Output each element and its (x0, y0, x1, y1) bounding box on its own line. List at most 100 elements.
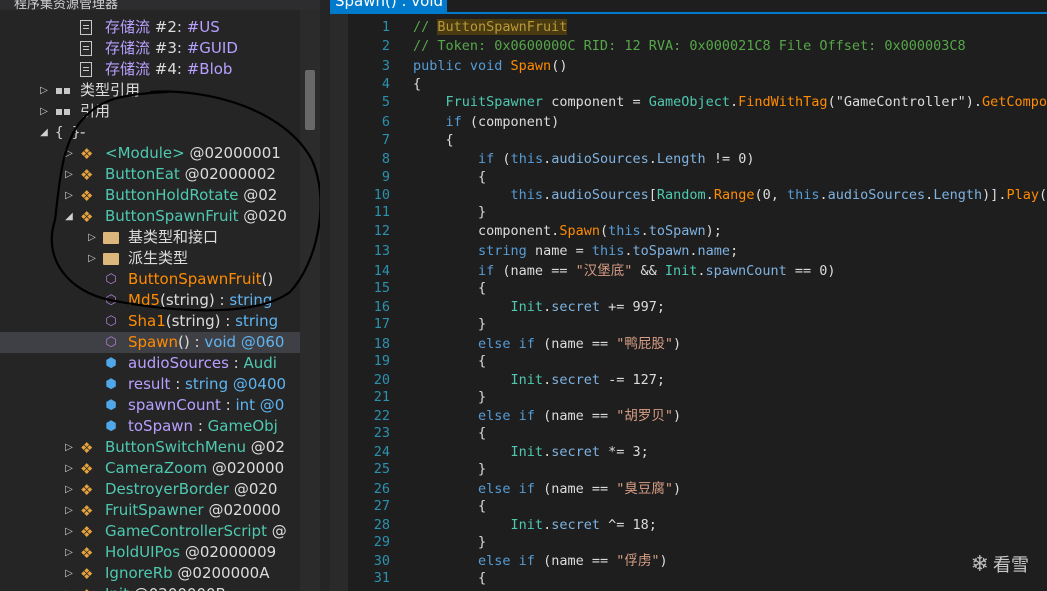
code-line[interactable]: 30 else if (name == "俘虏") (330, 552, 1047, 570)
code-line[interactable]: 14 if (name == "汉堡底" && Init.spawnCount … (330, 262, 1047, 280)
expand-arrow-icon[interactable]: ▷ (63, 500, 75, 521)
expand-arrow-icon[interactable]: ▷ (63, 185, 75, 206)
code-line[interactable]: 29 } (330, 533, 1047, 551)
code-token: += 997; (608, 299, 666, 315)
code-line[interactable]: 4{ (330, 75, 1047, 93)
tree-item[interactable]: 存储流 #4: #Blob (0, 59, 300, 80)
tree-item[interactable]: 存储流 #3: #GUID (0, 38, 300, 59)
code-line[interactable]: 23 { (330, 424, 1047, 442)
tree-item[interactable]: ⬢ result : string @0400 (0, 374, 300, 395)
tree-item[interactable]: 存储流 #2: #US (0, 17, 300, 38)
code-line[interactable]: 11 } (330, 203, 1047, 221)
tree-item[interactable]: ▷ ❖ Init @0200000B (0, 584, 300, 591)
expand-arrow-icon[interactable]: ▷ (63, 521, 75, 542)
code-line[interactable]: 1 // ButtonSpawnFruit (330, 18, 1047, 36)
code-token: secret (551, 517, 609, 533)
code-line[interactable]: 26 else if (name == "臭豆腐") (330, 480, 1047, 498)
code-line[interactable]: 27 { (330, 497, 1047, 515)
tree-item[interactable]: ▷ ❖ FruitSpawner @020000 (0, 500, 300, 521)
tree-item[interactable]: ▷ ❖ HoldUIPos @02000009 (0, 542, 300, 563)
code-text: Init.secret -= 127; (413, 371, 665, 389)
code-line[interactable]: 9 { (330, 168, 1047, 186)
code-line[interactable]: 17 } (330, 315, 1047, 333)
code-text: } (413, 203, 486, 221)
tree-item[interactable]: ⬡ Md5(string) : string (0, 290, 300, 311)
code-text: // Token: 0x0600000C RID: 12 RVA: 0x0000… (413, 37, 966, 55)
tree-item[interactable]: ▷ ❖ ButtonSwitchMenu @02 (0, 437, 300, 458)
collapse-arrow-icon[interactable]: ◢ (38, 122, 50, 143)
code-line[interactable]: 2 // Token: 0x0600000C RID: 12 RVA: 0x000… (330, 37, 1047, 55)
expand-arrow-icon[interactable]: ▷ (38, 80, 50, 101)
code-line[interactable]: 19 { (330, 352, 1047, 370)
tree-item[interactable]: ⬡ Spawn() : void @060 (0, 332, 300, 353)
tree-item[interactable]: ▷ ❖ CameraZoom @020000 (0, 458, 300, 479)
code-text: } (413, 315, 486, 333)
tree-item[interactable]: ▷ 引用 (0, 101, 300, 122)
explorer-scroll-thumb[interactable] (305, 70, 315, 130)
code-token: Random (656, 187, 706, 203)
tree-item[interactable]: ◢ { } - (0, 122, 300, 143)
tree-item[interactable]: ⬡ ButtonSpawnFruit() (0, 269, 300, 290)
tree-item[interactable]: ▷ ❖ ButtonEat @02000002 (0, 164, 300, 185)
tree-item[interactable]: ▷ ❖ <Module> @02000001 (0, 143, 300, 164)
expand-arrow-icon[interactable]: ▷ (63, 542, 75, 563)
code-line[interactable]: 6 if (component) (330, 113, 1047, 131)
tree-item[interactable]: ▷ ❖ IgnoreRb @0200000A (0, 563, 300, 584)
tree-item[interactable]: ▷ ❖ GameControllerScript @ (0, 521, 300, 542)
code-line[interactable]: 8 if (this.audioSources.Length != 0) (330, 150, 1047, 168)
code-line[interactable]: 12 component.Spawn(this.toSpawn); (330, 222, 1047, 240)
tree-item[interactable]: ◢ ❖ ButtonSpawnFruit @020 (0, 206, 300, 227)
code-token: ( (502, 151, 511, 167)
code-line[interactable]: 10 this.audioSources[Random.Range(0, thi… (330, 186, 1047, 204)
tree-item[interactable]: ▷ 基类型和接口 (0, 227, 300, 248)
code-line[interactable]: 21 } (330, 388, 1047, 406)
expand-arrow-icon[interactable]: ▷ (63, 458, 75, 479)
code-line[interactable]: 31 { (330, 569, 1047, 587)
code-token: . (543, 372, 552, 388)
tree-item[interactable]: ⬡ Sha1(string) : string (0, 311, 300, 332)
tree-item[interactable]: ⬢ audioSources : Audi (0, 353, 300, 374)
tree-item[interactable]: ▷ 派生类型 (0, 248, 300, 269)
code-token: . (624, 243, 633, 259)
code-line[interactable]: 22 else if (name == "胡罗贝") (330, 407, 1047, 425)
expand-arrow-icon[interactable]: ▷ (63, 479, 75, 500)
tree-item[interactable]: ▷ ❖ DestroyerBorder @020 (0, 479, 300, 500)
code-editor[interactable]: Spawn() : void 1 // ButtonSpawnFruit 2 // T… (330, 0, 1047, 591)
tree-item[interactable]: ⬢ toSpawn : GameObj (0, 416, 300, 437)
line-number: 2 (381, 38, 390, 54)
code-line[interactable]: 24 Init.secret *= 3; (330, 443, 1047, 461)
expand-arrow-icon[interactable]: ▷ (86, 248, 98, 269)
code-line[interactable]: 5 FruitSpawner component = GameObject.Fi… (330, 93, 1047, 111)
tree-item-label: ButtonSwitchMenu @02 (105, 437, 285, 458)
tree-item[interactable]: ▷ ❖ ButtonHoldRotate @02 (0, 185, 300, 206)
explorer-scrollbar[interactable] (300, 10, 320, 591)
tab-spawn-void[interactable]: Spawn() : void (330, 0, 447, 12)
ns-icon: { } (55, 125, 81, 141)
expand-arrow-icon[interactable]: ▷ (86, 227, 98, 248)
tree-item[interactable]: ⬢ spawnCount : int @0 (0, 395, 300, 416)
expand-arrow-icon[interactable]: ▷ (38, 101, 50, 122)
code-line[interactable]: 20 Init.secret -= 127; (330, 371, 1047, 389)
expand-arrow-icon[interactable]: ▷ (63, 164, 75, 185)
expand-arrow-icon[interactable]: ▷ (63, 143, 75, 164)
expand-arrow-icon[interactable]: ▷ (63, 437, 75, 458)
code-line[interactable]: 28 Init.secret ^= 18; (330, 516, 1047, 534)
code-token: public (413, 58, 470, 74)
code-text: { (413, 131, 454, 149)
code-line[interactable]: 18 else if (name == "鸭屁股") (330, 335, 1047, 353)
tree-item[interactable]: ▷ 类型引用 (0, 80, 300, 101)
code-line[interactable]: 3 public void Spawn() (330, 57, 1047, 75)
expand-arrow-icon[interactable]: ▷ (63, 563, 75, 584)
code-line[interactable]: 25 } (330, 460, 1047, 478)
expand-arrow-icon[interactable]: ▷ (63, 584, 75, 591)
item-type: Audi (243, 354, 277, 372)
code-token: GetCompone (982, 94, 1047, 110)
code-line[interactable]: 13 string name = this.toSpawn.name; (330, 242, 1047, 260)
code-line[interactable]: 16 Init.secret += 997; (330, 298, 1047, 316)
code-line[interactable]: 15 { (330, 279, 1047, 297)
collapse-arrow-icon[interactable]: ◢ (63, 206, 75, 227)
code-line[interactable]: 7 { (330, 131, 1047, 149)
